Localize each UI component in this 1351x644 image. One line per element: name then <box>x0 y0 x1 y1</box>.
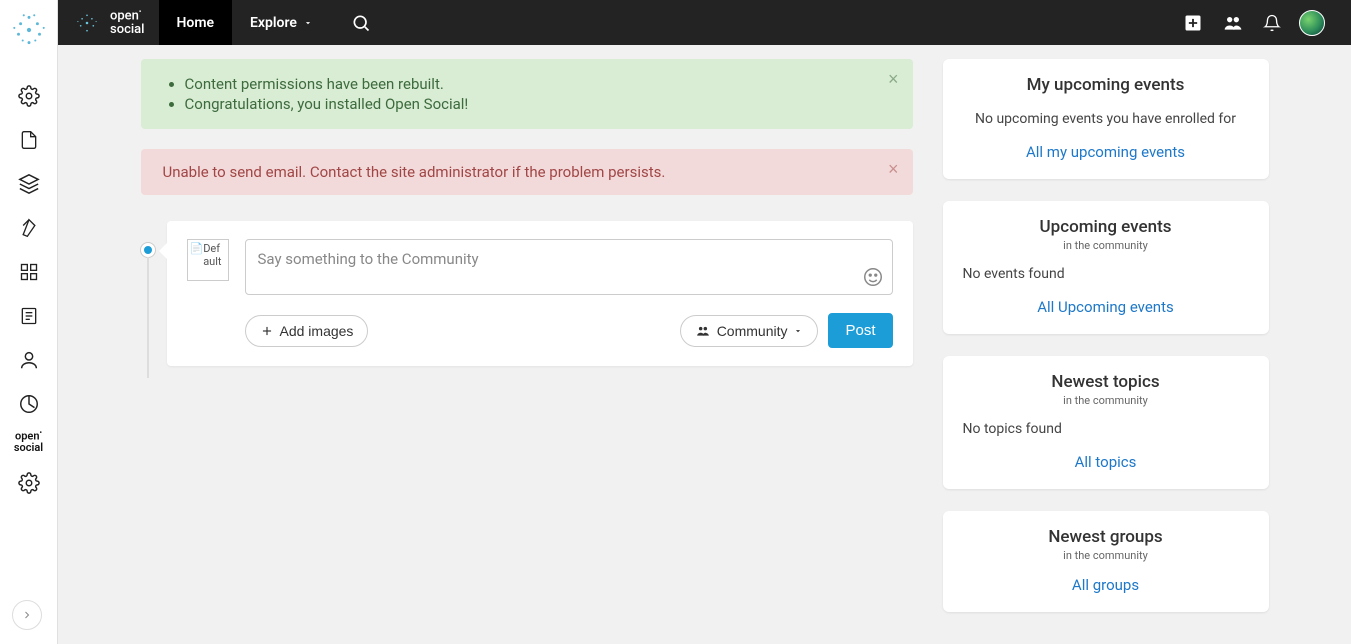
card-upcoming-events: Upcoming events in the community No even… <box>943 201 1269 334</box>
close-icon[interactable]: × <box>888 69 899 90</box>
user-icon[interactable] <box>9 340 49 380</box>
admin-logo[interactable] <box>5 6 53 54</box>
card-empty-text: No upcoming events you have enrolled for <box>963 111 1249 127</box>
caret-down-icon <box>793 326 803 336</box>
layers-icon[interactable] <box>9 164 49 204</box>
nav-explore-label: Explore <box>250 15 297 31</box>
bell-icon[interactable] <box>1263 13 1281 33</box>
card-title: Upcoming events <box>963 217 1249 237</box>
add-images-label: Add images <box>280 323 354 339</box>
gear-icon[interactable] <box>9 76 49 116</box>
alert-success-item: Content permissions have been rebuilt. <box>185 75 875 93</box>
pen-icon[interactable] <box>9 208 49 248</box>
admin-sidebar: open•social <box>0 0 58 644</box>
alert-success-item: Congratulations, you installed Open Soci… <box>185 95 875 113</box>
book-icon[interactable] <box>9 296 49 336</box>
card-empty-text: No topics found <box>963 421 1249 437</box>
card-newest-groups: Newest groups in the community All group… <box>943 511 1269 612</box>
all-my-events-link[interactable]: All my upcoming events <box>1026 143 1185 161</box>
nav-explore[interactable]: Explore <box>232 0 331 45</box>
timeline-line <box>147 257 149 378</box>
card-title: Newest topics <box>963 372 1249 392</box>
post-input[interactable]: Say something to the Community <box>245 239 893 295</box>
all-upcoming-events-link[interactable]: All Upcoming events <box>1037 298 1174 316</box>
people-icon[interactable] <box>1221 13 1245 33</box>
emoji-icon[interactable] <box>862 266 884 288</box>
sidebar-right: My upcoming events No upcoming events yo… <box>943 59 1269 634</box>
brand-text: open•social <box>110 9 145 35</box>
caret-down-icon <box>303 18 313 28</box>
expand-sidebar-button[interactable] <box>12 600 42 630</box>
search-icon[interactable] <box>331 13 391 33</box>
nav-right <box>1183 10 1351 36</box>
card-newest-topics: Newest topics in the community No topics… <box>943 356 1269 489</box>
top-nav: open•social Home Explore <box>58 0 1351 45</box>
all-groups-link[interactable]: All groups <box>1072 576 1139 594</box>
gear2-icon[interactable] <box>9 463 49 503</box>
blocks-icon[interactable] <box>9 252 49 292</box>
file-icon[interactable] <box>9 120 49 160</box>
card-title: Newest groups <box>963 527 1249 547</box>
user-avatar[interactable] <box>1299 10 1325 36</box>
timeline-dot <box>141 243 155 257</box>
alert-error: Unable to send email. Contact the site a… <box>141 149 913 195</box>
close-icon[interactable]: × <box>888 159 899 180</box>
visibility-label: Community <box>717 323 788 339</box>
post-button[interactable]: Post <box>828 313 892 348</box>
card-subtitle: in the community <box>963 549 1249 562</box>
brand-logo-icon <box>72 8 102 38</box>
create-icon[interactable] <box>1183 13 1203 33</box>
all-topics-link[interactable]: All topics <box>1075 453 1137 471</box>
alert-success: Content permissions have been rebuilt. C… <box>141 59 913 129</box>
add-images-button[interactable]: Add images <box>245 315 369 347</box>
open-social-label[interactable]: open•social <box>14 430 43 453</box>
nav-home[interactable]: Home <box>159 0 233 45</box>
card-title: My upcoming events <box>963 75 1249 95</box>
chart-icon[interactable] <box>9 384 49 424</box>
brand[interactable]: open•social <box>58 0 159 45</box>
card-subtitle: in the community <box>963 239 1249 252</box>
alert-error-text: Unable to send email. Contact the site a… <box>163 163 666 181</box>
card-subtitle: in the community <box>963 394 1249 407</box>
post-composer: 📄Default Say something to the Community … <box>167 221 913 366</box>
avatar-placeholder: 📄Default <box>187 239 229 281</box>
visibility-dropdown[interactable]: Community <box>680 315 819 347</box>
card-empty-text: No events found <box>963 266 1249 282</box>
post-placeholder: Say something to the Community <box>258 250 479 268</box>
page-body: Content permissions have been rebuilt. C… <box>58 45 1351 644</box>
card-my-events: My upcoming events No upcoming events yo… <box>943 59 1269 179</box>
